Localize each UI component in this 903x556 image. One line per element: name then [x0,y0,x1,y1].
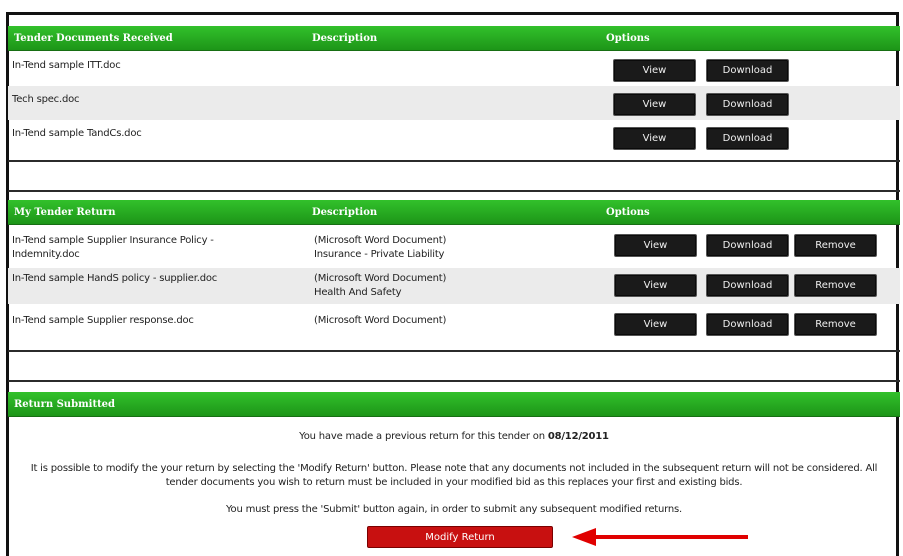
modify-info-line: tender documents you wish to return must… [165,477,743,488]
description-line: Insurance - Private Liability [314,249,445,260]
description-line: (Microsoft Word Document) [314,273,447,284]
download-button[interactable]: Download [706,313,789,336]
previous-return-date: 08/12/2011 [547,431,609,442]
received-header: Tender Documents Received Description Op… [8,26,900,51]
red-arrow-annotation [572,528,748,546]
my-return-header: My Tender Return Description Options [8,200,900,225]
table-row: In-Tend sample ITT.doc View Download [8,52,900,86]
table-row: Tech spec.doc View Download [8,86,900,120]
section-divider [8,380,900,382]
section-divider [8,350,900,352]
received-section: Tender Documents Received Description Op… [8,26,900,162]
description-line: Health And Safety [314,287,402,298]
document-description: (Microsoft Word Document) Insurance - Pr… [314,234,446,262]
document-name: In-Tend sample HandS policy - supplier.d… [12,272,217,286]
download-button[interactable]: Download [706,274,789,297]
download-button[interactable]: Download [706,93,789,116]
submit-reminder-text: You must press the 'Submit' button again… [225,504,683,515]
download-button[interactable]: Download [706,234,789,257]
view-button[interactable]: View [613,59,696,82]
table-row: In-Tend sample Supplier response.doc (Mi… [8,304,900,340]
modify-info-text: It is possible to modify the your return… [8,462,900,490]
remove-button[interactable]: Remove [794,313,877,336]
my-return-col-options: Options [606,206,650,218]
modify-info-line: It is possible to modify the your return… [30,463,878,474]
description-line: (Microsoft Word Document) [314,315,447,326]
table-row: In-Tend sample TandCs.doc View Download [8,120,900,154]
document-name-line: In-Tend sample Supplier response.doc [12,315,194,326]
received-col-name: Tender Documents Received [14,32,173,44]
table-row: In-Tend sample HandS policy - supplier.d… [8,268,900,304]
document-description: (Microsoft Word Document) Health And Saf… [314,272,446,300]
view-button[interactable]: View [614,234,697,257]
download-button[interactable]: Download [706,127,789,150]
received-col-description: Description [312,32,378,44]
download-button[interactable]: Download [706,59,789,82]
received-col-options: Options [606,32,650,44]
document-name-line: In-Tend sample Supplier Insurance Policy… [12,235,214,246]
section-divider [8,190,900,192]
modify-return-button[interactable]: Modify Return [367,526,553,548]
document-name: Tech spec.doc [12,94,80,105]
remove-button[interactable]: Remove [794,234,877,257]
submitted-title: Return Submitted [14,398,116,410]
document-name: In-Tend sample TandCs.doc [12,128,142,139]
section-divider [8,160,900,162]
view-button[interactable]: View [614,313,697,336]
document-name: In-Tend sample Supplier response.doc [12,314,194,328]
document-name: In-Tend sample ITT.doc [12,60,121,71]
document-name: In-Tend sample Supplier Insurance Policy… [12,234,214,262]
previous-return-notice: You have made a previous return for this… [8,430,900,444]
view-button[interactable]: View [614,274,697,297]
submitted-header: Return Submitted [8,392,900,417]
my-return-col-name: My Tender Return [14,206,116,218]
description-line: (Microsoft Word Document) [314,235,447,246]
document-description: (Microsoft Word Document) [314,314,446,328]
previous-return-text: You have made a previous return for this… [299,431,545,442]
document-name-line: Indemnity.doc [12,249,80,260]
my-return-section: My Tender Return Description Options In-… [8,200,900,350]
remove-button[interactable]: Remove [794,274,877,297]
table-row: In-Tend sample Supplier Insurance Policy… [8,232,900,268]
view-button[interactable]: View [613,127,696,150]
document-name-line: In-Tend sample HandS policy - supplier.d… [12,273,218,284]
view-button[interactable]: View [613,93,696,116]
my-return-col-description: Description [312,206,378,218]
